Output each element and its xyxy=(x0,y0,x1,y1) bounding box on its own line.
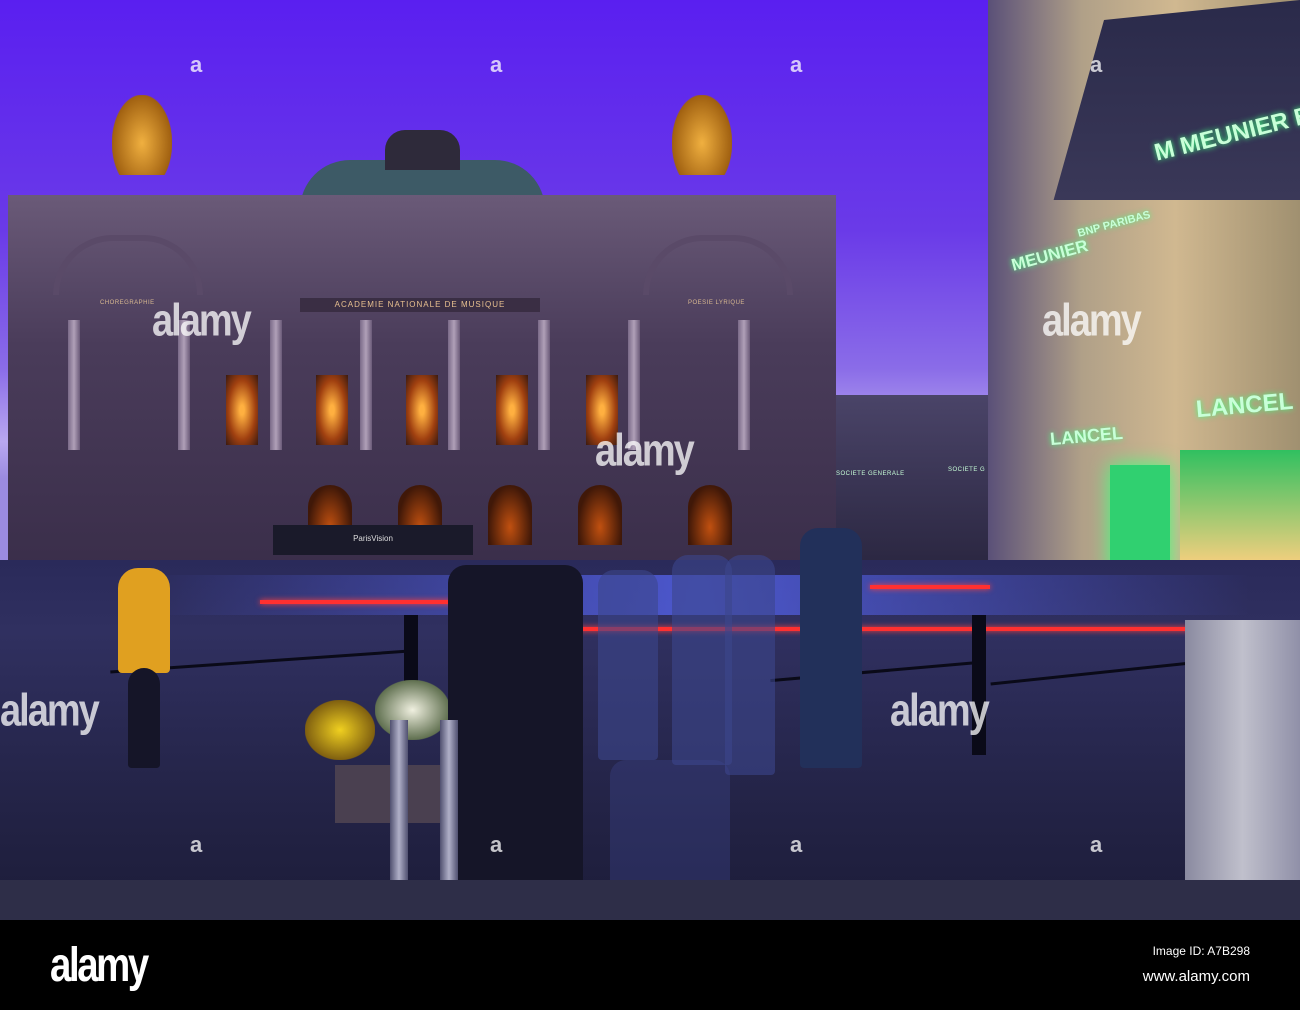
person-foreground xyxy=(448,565,583,910)
watermark-small: a xyxy=(790,52,803,77)
bus-sign: ParisVision xyxy=(353,534,393,543)
flowers-yellow xyxy=(305,700,375,760)
site-url: www.alamy.com xyxy=(1142,968,1250,985)
watermark-small: a xyxy=(1090,52,1103,77)
gilded-statue-left xyxy=(112,95,172,175)
watermark-small: a xyxy=(490,832,503,857)
person-standing xyxy=(800,528,862,768)
facade-inscription: ACADEMIE NATIONALE DE MUSIQUE xyxy=(300,298,540,312)
watermark-small: a xyxy=(790,832,803,857)
footer-bar: alamy Image ID: A7B298 www.alamy.com xyxy=(0,920,1300,1010)
watermark-small: a xyxy=(490,52,503,77)
watermark: alamy xyxy=(152,295,252,347)
flowers-white xyxy=(375,680,450,740)
watermark: alamy xyxy=(890,685,990,737)
watermark: alamy xyxy=(0,685,100,737)
watermark: alamy xyxy=(595,425,695,477)
lit-shopfront-2 xyxy=(1180,450,1300,570)
tour-bus: ParisVision xyxy=(273,525,473,555)
watermark-small: a xyxy=(1090,832,1103,857)
watermark: alamy xyxy=(1042,295,1142,347)
label-poesie-lyrique: POESIE LYRIQUE xyxy=(688,300,745,306)
watermark-small: a xyxy=(190,52,203,77)
label-choregraphie: CHOREGRAPHIE xyxy=(100,300,155,306)
opera-lantern xyxy=(385,130,460,170)
photo: SOCIETE GENERALE SOCIETE G CHOREGRAPHIE … xyxy=(0,0,1300,920)
pediment-right xyxy=(643,235,793,295)
stone-pillar xyxy=(1185,620,1300,920)
gilded-statue-right xyxy=(672,95,732,175)
blurred-person xyxy=(598,570,658,760)
watermark-small: a xyxy=(190,832,203,857)
person-yellow-jacket xyxy=(118,568,170,673)
lit-shopfront xyxy=(1110,465,1170,575)
opera-facade: CHOREGRAPHIE POESIE LYRIQUE ParisVision xyxy=(8,195,836,570)
alamy-logo: alamy xyxy=(50,939,149,992)
sidewalk xyxy=(0,880,1300,920)
pediment-left xyxy=(53,235,203,295)
bollard xyxy=(404,615,418,685)
image-id: Image ID: A7B298 xyxy=(1152,944,1250,958)
societe-generale-sign-2: SOCIETE G xyxy=(948,467,986,473)
societe-generale-sign: SOCIETE GENERALE xyxy=(836,471,905,477)
